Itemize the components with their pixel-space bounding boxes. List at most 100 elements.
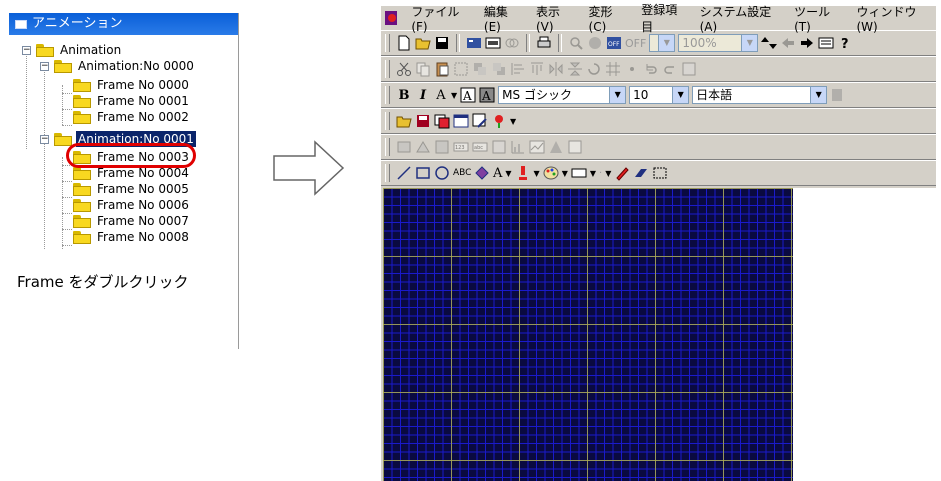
message-part-icon[interactable]	[491, 139, 507, 155]
save-icon[interactable]	[434, 35, 450, 51]
font-size-dropdown[interactable]: 10 ▼	[629, 86, 690, 104]
collapse-toggle[interactable]: −	[40, 62, 49, 71]
menu-registered-items[interactable]: 登録項目	[633, 1, 691, 35]
menu-file[interactable]: ファイル(F)	[403, 3, 476, 34]
switch-part-icon[interactable]	[396, 139, 412, 155]
state-dropdown[interactable]: ▼	[649, 34, 676, 52]
tree-node-frame[interactable]: Frame No 0006	[73, 197, 191, 213]
save-screen-icon[interactable]	[415, 113, 431, 129]
pen-color-icon[interactable]	[515, 165, 531, 181]
paint-icon[interactable]	[830, 87, 846, 103]
screen-list-icon[interactable]	[818, 35, 834, 51]
font-color-dropdown-icon[interactable]: ▼	[451, 91, 457, 100]
link-icon[interactable]	[504, 35, 520, 51]
font-name-dropdown[interactable]: MS ゴシック ▼	[498, 86, 627, 104]
chevron-down-icon[interactable]: ▼	[505, 169, 511, 178]
text-tool-button[interactable]: ABC	[453, 168, 471, 178]
bold-button[interactable]: B	[396, 88, 412, 103]
font-color-button[interactable]: A	[434, 88, 448, 103]
menu-edit[interactable]: 編集(E)	[476, 3, 528, 34]
toggle-off-icon[interactable]: OFF	[606, 35, 622, 51]
font-tool-icon[interactable]: A	[493, 166, 502, 181]
alarm-part-icon[interactable]	[548, 139, 564, 155]
collapse-toggle[interactable]: −	[40, 135, 49, 144]
menu-tools[interactable]: ツール(T)	[786, 3, 848, 34]
dot-icon[interactable]: ·	[599, 168, 602, 179]
tree-node-frame[interactable]: Frame No 0001	[73, 93, 191, 109]
align-left-icon[interactable]	[510, 61, 526, 77]
italic-button[interactable]: I	[415, 88, 431, 103]
flower-icon[interactable]	[491, 113, 507, 129]
numeric-part-icon[interactable]: 123	[453, 139, 469, 155]
print-icon[interactable]	[536, 35, 552, 51]
line-style-icon[interactable]	[571, 165, 587, 181]
copy-icon[interactable]	[415, 61, 431, 77]
menu-system-settings[interactable]: システム設定(A)	[692, 3, 787, 34]
new-file-icon[interactable]	[396, 35, 412, 51]
graph-part-icon[interactable]	[510, 139, 526, 155]
app-icon[interactable]	[385, 11, 398, 25]
chevron-down-icon[interactable]: ▼	[562, 169, 568, 178]
cut-icon[interactable]	[396, 61, 412, 77]
text-highlight-icon[interactable]: A	[479, 87, 495, 103]
circle-tool-icon[interactable]	[434, 165, 450, 181]
transfer-icon[interactable]	[466, 35, 482, 51]
tree-node-animation[interactable]: Animation:No 0000	[54, 58, 196, 74]
meter-part-icon[interactable]	[434, 139, 450, 155]
help-icon[interactable]: ?	[837, 35, 853, 51]
select-area-icon[interactable]	[652, 165, 668, 181]
eraser-icon[interactable]	[633, 165, 649, 181]
simulator-icon[interactable]	[485, 35, 501, 51]
zoom-dropdown[interactable]: 100% ▼	[678, 34, 759, 52]
open-screen-icon[interactable]	[396, 113, 412, 129]
tree-node-root[interactable]: Animation	[36, 42, 123, 58]
toggle-on-icon[interactable]	[587, 35, 603, 51]
edit-screen-icon[interactable]	[472, 113, 488, 129]
chevron-down-icon[interactable]: ▼	[534, 169, 540, 178]
rotate-icon[interactable]	[586, 61, 602, 77]
group-icon[interactable]	[453, 61, 469, 77]
property-icon[interactable]	[681, 61, 697, 77]
chevron-down-icon[interactable]: ▼	[605, 169, 611, 178]
tree-node-frame[interactable]: Frame No 0008	[73, 229, 191, 245]
chevron-down-icon[interactable]: ▼	[510, 117, 516, 126]
tree-node-frame[interactable]: Frame No 0002	[73, 109, 191, 125]
screen-copy-icon[interactable]	[434, 113, 450, 129]
flip-h-icon[interactable]	[548, 61, 564, 77]
tree-node-frame[interactable]: Frame No 0000	[73, 77, 191, 93]
align-top-icon[interactable]	[529, 61, 545, 77]
lamp-part-icon[interactable]	[415, 139, 431, 155]
trend-part-icon[interactable]	[529, 139, 545, 155]
redo-icon[interactable]	[662, 61, 678, 77]
paste-icon[interactable]	[434, 61, 450, 77]
collapse-toggle[interactable]: −	[22, 46, 31, 55]
open-folder-icon[interactable]	[415, 35, 431, 51]
back-arrow-icon[interactable]	[780, 35, 796, 51]
menu-view[interactable]: 表示(V)	[528, 3, 581, 34]
text-box-icon[interactable]: A	[460, 87, 476, 103]
zoom-icon[interactable]	[568, 35, 584, 51]
menu-transform[interactable]: 変形(C)	[581, 3, 634, 34]
language-dropdown[interactable]: 日本語 ▼	[692, 86, 828, 104]
send-back-icon[interactable]	[491, 61, 507, 77]
tree-node-frame[interactable]: Frame No 0005	[73, 181, 191, 197]
pencil-icon[interactable]	[614, 165, 630, 181]
updown-arrow-icon[interactable]	[761, 35, 778, 51]
point-icon[interactable]	[624, 61, 640, 77]
grid-snap-icon[interactable]	[605, 61, 621, 77]
undo-icon[interactable]	[643, 61, 659, 77]
forward-arrow-icon[interactable]	[799, 35, 815, 51]
bring-front-icon[interactable]	[472, 61, 488, 77]
char-part-icon[interactable]: abc	[472, 139, 488, 155]
tree-node-frame[interactable]: Frame No 0007	[73, 213, 191, 229]
data-part-icon[interactable]	[567, 139, 583, 155]
line-tool-icon[interactable]	[396, 165, 412, 181]
flip-v-icon[interactable]	[567, 61, 583, 77]
chevron-down-icon[interactable]: ▼	[590, 169, 596, 178]
palette-icon[interactable]	[543, 165, 559, 181]
window-screen-icon[interactable]	[453, 113, 469, 129]
screen-canvas[interactable]	[383, 188, 793, 481]
menu-window[interactable]: ウィンドウ(W)	[848, 3, 936, 34]
rectangle-tool-icon[interactable]	[415, 165, 431, 181]
tile-pattern-icon[interactable]	[474, 165, 490, 181]
